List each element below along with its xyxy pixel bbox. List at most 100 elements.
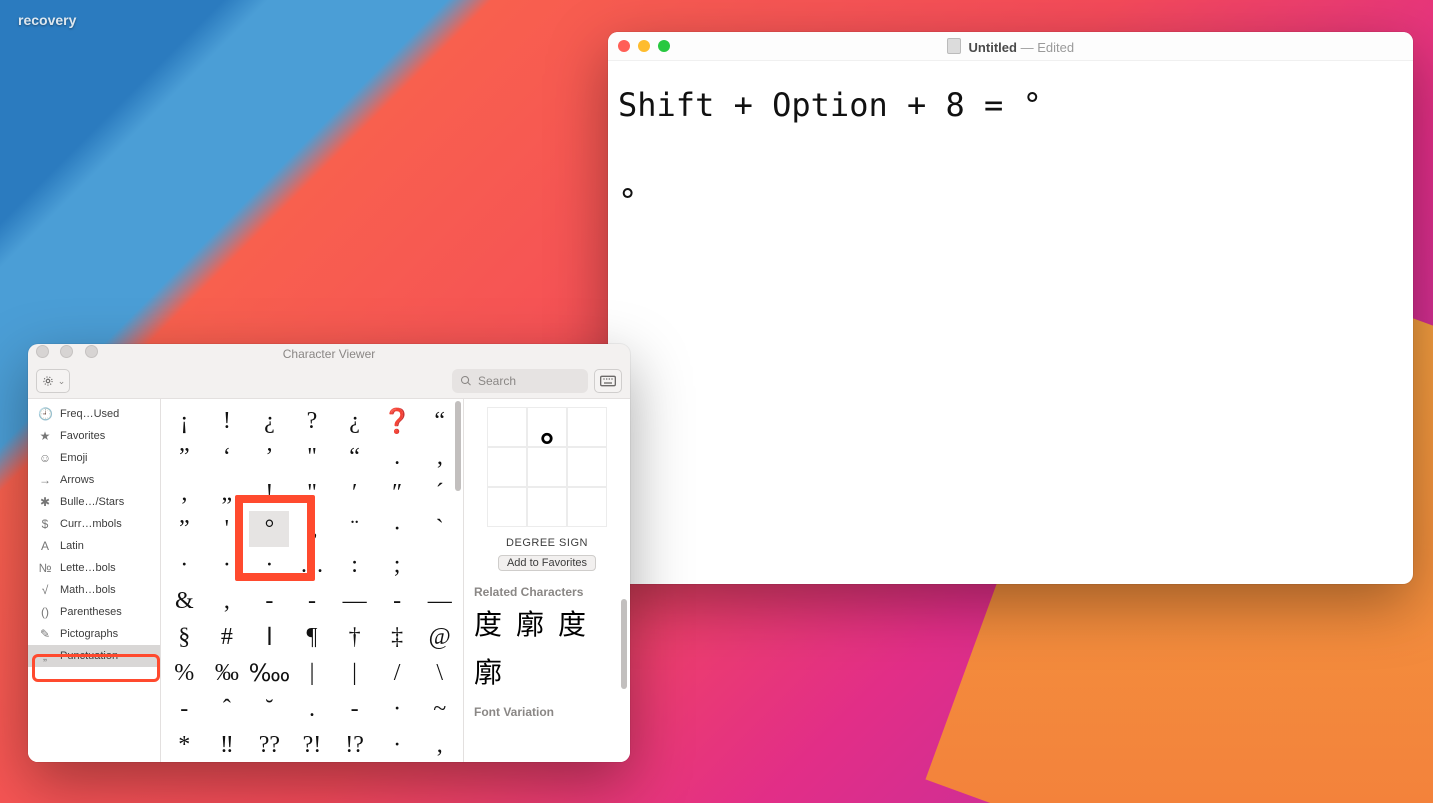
sidebar-item-math-bols[interactable]: √Math…bols: [28, 579, 160, 601]
glyph-cell[interactable]: ": [292, 439, 332, 475]
glyph-cell[interactable]: †: [335, 619, 375, 655]
category-icon: ☺: [38, 451, 52, 465]
glyph-cell[interactable]: .: [377, 439, 417, 475]
sidebar-item-pictographs[interactable]: ✎Pictographs: [28, 623, 160, 645]
glyph-cell[interactable]: ,: [207, 583, 247, 619]
glyph-scrollbar[interactable]: [453, 401, 461, 760]
glyph-cell[interactable]: ‰: [207, 655, 247, 691]
glyph-cell[interactable]: ·: [164, 547, 204, 583]
glyph-cell[interactable]: ″: [377, 475, 417, 511]
glyph-cell[interactable]: ": [292, 475, 332, 511]
category-icon: →: [38, 473, 52, 487]
glyph-cell[interactable]: ·: [377, 727, 417, 762]
glyph-cell[interactable]: ·: [377, 511, 417, 547]
glyph-cell[interactable]: !: [249, 475, 289, 511]
sidebar-item-punctuation[interactable]: „Punctuation: [28, 645, 160, 667]
glyph-cell[interactable]: |: [292, 655, 332, 691]
glyph-cell[interactable]: ?: [292, 403, 332, 439]
glyph-cell[interactable]: ”: [164, 511, 204, 547]
glyph-cell[interactable]: ·: [377, 691, 417, 727]
glyph-cell[interactable]: ”: [164, 439, 204, 475]
glyph-cell[interactable]: ¿: [249, 403, 289, 439]
related-character[interactable]: 廓: [474, 651, 502, 691]
glyph-cell[interactable]: -: [164, 691, 204, 727]
minimize-button[interactable]: [638, 40, 650, 52]
glyph-cell[interactable]: *: [164, 727, 204, 762]
textedit-body[interactable]: Shift + Option + 8 = ° °: [608, 61, 1413, 245]
chevron-down-icon: ⌄: [58, 376, 66, 387]
glyph-cell[interactable]: ا: [249, 619, 289, 655]
glyph-cell[interactable]: /: [377, 655, 417, 691]
glyph-cell[interactable]: ’: [249, 439, 289, 475]
glyph-cell[interactable]: “: [335, 439, 375, 475]
glyph-cell[interactable]: ‡: [377, 619, 417, 655]
category-menu-button[interactable]: ⌄: [36, 369, 70, 393]
glyph-cell[interactable]: ??: [249, 727, 289, 762]
glyph-cell[interactable]: ‚: [164, 475, 204, 511]
glyph-cell[interactable]: -: [292, 583, 332, 619]
category-icon: 🕘: [38, 407, 52, 421]
search-icon: [460, 375, 472, 387]
glyph-cell[interactable]: °: [249, 511, 289, 547]
glyph-cell[interactable]: ❓: [377, 403, 417, 439]
maximize-button[interactable]: [658, 40, 670, 52]
sidebar-item-arrows[interactable]: →Arrows: [28, 469, 160, 491]
sidebar-item-emoji[interactable]: ☺ Emoji: [28, 447, 160, 469]
glyph-cell[interactable]: .: [292, 691, 332, 727]
glyph-cell[interactable]: ′: [335, 475, 375, 511]
sidebar-item-label: Curr…mbols: [60, 518, 150, 530]
glyph-cell[interactable]: —: [335, 583, 375, 619]
sidebar-item-curr-mbols[interactable]: $Curr…mbols: [28, 513, 160, 535]
glyph-cell[interactable]: ·: [207, 547, 247, 583]
glyph-cell[interactable]: ‱: [249, 655, 289, 691]
textedit-window: Untitled — Edited Shift + Option + 8 = °…: [608, 32, 1413, 584]
glyph-cell[interactable]: ‼: [207, 727, 247, 762]
glyph-cell[interactable]: #: [207, 619, 247, 655]
glyph-cell[interactable]: ;: [377, 547, 417, 583]
glyph-cell[interactable]: …: [292, 547, 332, 583]
sidebar-item-label: Parentheses: [60, 606, 150, 618]
glyph-cell[interactable]: !: [207, 403, 247, 439]
glyph-cell[interactable]: ?!: [292, 727, 332, 762]
sidebar-item-latin[interactable]: ALatin: [28, 535, 160, 557]
glyph-cell[interactable]: -: [377, 583, 417, 619]
glyph-cell[interactable]: ¨: [335, 511, 375, 547]
textedit-titlebar[interactable]: Untitled — Edited: [608, 32, 1413, 61]
textedit-title-name: Untitled: [969, 40, 1017, 55]
glyph-cell[interactable]: :: [335, 547, 375, 583]
related-character[interactable]: 廓: [516, 603, 544, 643]
glyph-cell[interactable]: §: [164, 619, 204, 655]
related-character[interactable]: 度: [558, 603, 586, 643]
glyph-cell[interactable]: -: [249, 583, 289, 619]
glyph-cell[interactable]: ¿: [335, 403, 375, 439]
glyph-cell[interactable]: ˆ: [207, 691, 247, 727]
glyph-cell[interactable]: „: [292, 511, 332, 547]
sidebar-item-label: Bulle…/Stars: [60, 496, 150, 508]
sidebar-item-bulle-stars[interactable]: ✱Bulle…/Stars: [28, 491, 160, 513]
glyph-cell[interactable]: -: [335, 691, 375, 727]
glyph-cell[interactable]: ¡: [164, 403, 204, 439]
glyph-cell[interactable]: &: [164, 583, 204, 619]
glyph-cell[interactable]: ¶: [292, 619, 332, 655]
sidebar-item-favorites[interactable]: ★Favorites: [28, 425, 160, 447]
related-character[interactable]: 度: [474, 603, 502, 643]
close-button[interactable]: [618, 40, 630, 52]
glyph-cell[interactable]: !?: [335, 727, 375, 762]
glyph-cell[interactable]: ·: [249, 547, 289, 583]
sidebar-item-lette-bols[interactable]: №Lette…bols: [28, 557, 160, 579]
glyph-cell[interactable]: „: [207, 475, 247, 511]
glyph-cell[interactable]: ˘: [249, 691, 289, 727]
glyph-cell[interactable]: %: [164, 655, 204, 691]
add-to-favorites-button[interactable]: Add to Favorites: [498, 555, 596, 571]
glyph-cell[interactable]: |: [335, 655, 375, 691]
sidebar-item-label: Emoji: [60, 452, 150, 464]
glyph-cell[interactable]: ': [207, 511, 247, 547]
glyph-grid-area: ¡!¿?¿❓“”‘’"“ .‚‚„!"′″´”'°„¨·`···…:; &,--…: [161, 399, 464, 762]
charviewer-titlebar[interactable]: Character Viewer: [28, 344, 630, 364]
search-input[interactable]: Search: [452, 369, 588, 393]
keyboard-viewer-button[interactable]: [594, 369, 622, 393]
detail-scrollbar[interactable]: [621, 599, 627, 689]
sidebar-item-parentheses[interactable]: ()Parentheses: [28, 601, 160, 623]
glyph-cell[interactable]: ‘: [207, 439, 247, 475]
sidebar-item-freq-used[interactable]: 🕘Freq…Used: [28, 403, 160, 425]
